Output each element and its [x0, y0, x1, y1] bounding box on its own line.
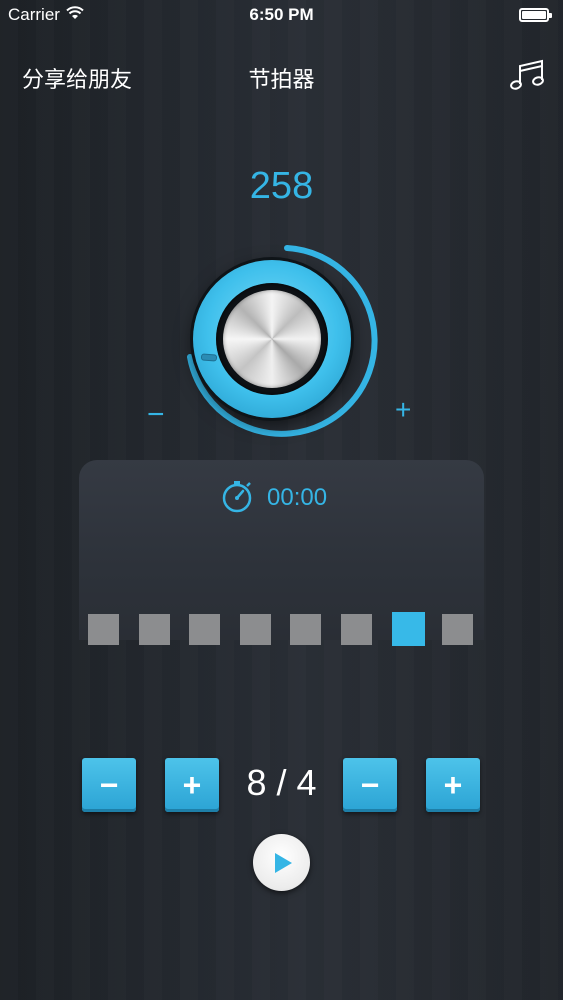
tempo-knob[interactable] — [168, 236, 398, 466]
beat-indicator — [139, 614, 170, 645]
page-title: 节拍器 — [248, 67, 315, 92]
stopwatch-icon — [222, 481, 252, 513]
knob-indicator — [200, 353, 218, 362]
beat-indicator — [240, 614, 271, 645]
beats-minus-button[interactable]: − — [82, 758, 136, 812]
time-signature: 8 / 4 — [246, 762, 317, 803]
beats-plus-button[interactable]: + — [165, 758, 219, 812]
timer-value: 00:00 — [267, 484, 328, 511]
play-button[interactable] — [253, 834, 310, 891]
knob-cap — [223, 290, 321, 388]
note-plus-button[interactable]: + — [426, 758, 480, 812]
note-minus-button[interactable]: − — [343, 758, 397, 812]
beat-indicator — [88, 614, 119, 645]
beat-indicator-active — [392, 612, 425, 646]
play-icon — [275, 853, 292, 873]
music-note-icon[interactable] — [509, 58, 545, 92]
beat-indicator — [290, 614, 321, 645]
beat-indicators — [88, 612, 478, 646]
tempo-increase-label[interactable]: + — [395, 394, 411, 426]
tempo-decrease-label[interactable]: − — [147, 398, 165, 432]
status-time: 6:50 PM — [249, 5, 314, 24]
battery-icon — [519, 8, 552, 22]
beat-indicator — [189, 614, 220, 645]
beat-indicator — [442, 614, 473, 645]
status-bar: Carrier 6:50 PM — [0, 0, 563, 30]
bpm-value: 258 — [249, 165, 314, 207]
beat-indicator — [341, 614, 372, 645]
timer-row: 00:00 — [79, 478, 484, 514]
